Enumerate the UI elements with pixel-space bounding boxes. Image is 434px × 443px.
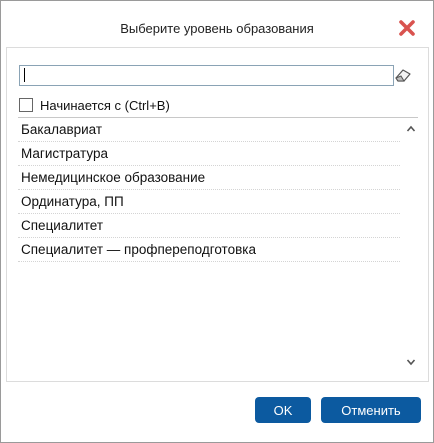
text-cursor [24, 68, 25, 82]
chevron-up-icon [406, 125, 416, 132]
close-icon [399, 20, 415, 36]
education-level-list: Бакалавриат Магистратура Немедицинское о… [18, 117, 418, 368]
starts-with-label: Начинается с (Ctrl+B) [40, 97, 170, 113]
dialog-title: Выберите уровень образования [120, 21, 314, 36]
list-item[interactable]: Немедицинское образование [18, 166, 400, 190]
clear-search-button[interactable] [393, 66, 413, 84]
list-item[interactable]: Магистратура [18, 142, 400, 166]
list-item[interactable]: Специалитет — профпереподготовка [18, 238, 400, 262]
list-scrollbar[interactable] [404, 118, 418, 368]
close-button[interactable] [397, 18, 417, 38]
scroll-up-button[interactable] [406, 121, 416, 132]
list-item[interactable]: Бакалавриат [18, 118, 400, 142]
scroll-down-button[interactable] [406, 354, 416, 366]
dialog-content: Начинается с (Ctrl+B) Бакалавриат Магист… [6, 47, 429, 382]
list-item[interactable]: Ординатура, ПП [18, 190, 400, 214]
search-input[interactable] [19, 65, 394, 86]
cancel-button[interactable]: Отменить [321, 397, 421, 423]
list-item[interactable]: Специалитет [18, 214, 400, 238]
education-level-dialog: Выберите уровень образования Начинается … [0, 0, 434, 443]
eraser-icon [395, 69, 411, 82]
starts-with-option[interactable]: Начинается с (Ctrl+B) [19, 96, 170, 114]
dialog-titlebar: Выберите уровень образования [1, 1, 433, 53]
chevron-down-icon [406, 359, 416, 366]
starts-with-checkbox[interactable] [19, 98, 33, 112]
ok-button[interactable]: OK [255, 397, 311, 423]
